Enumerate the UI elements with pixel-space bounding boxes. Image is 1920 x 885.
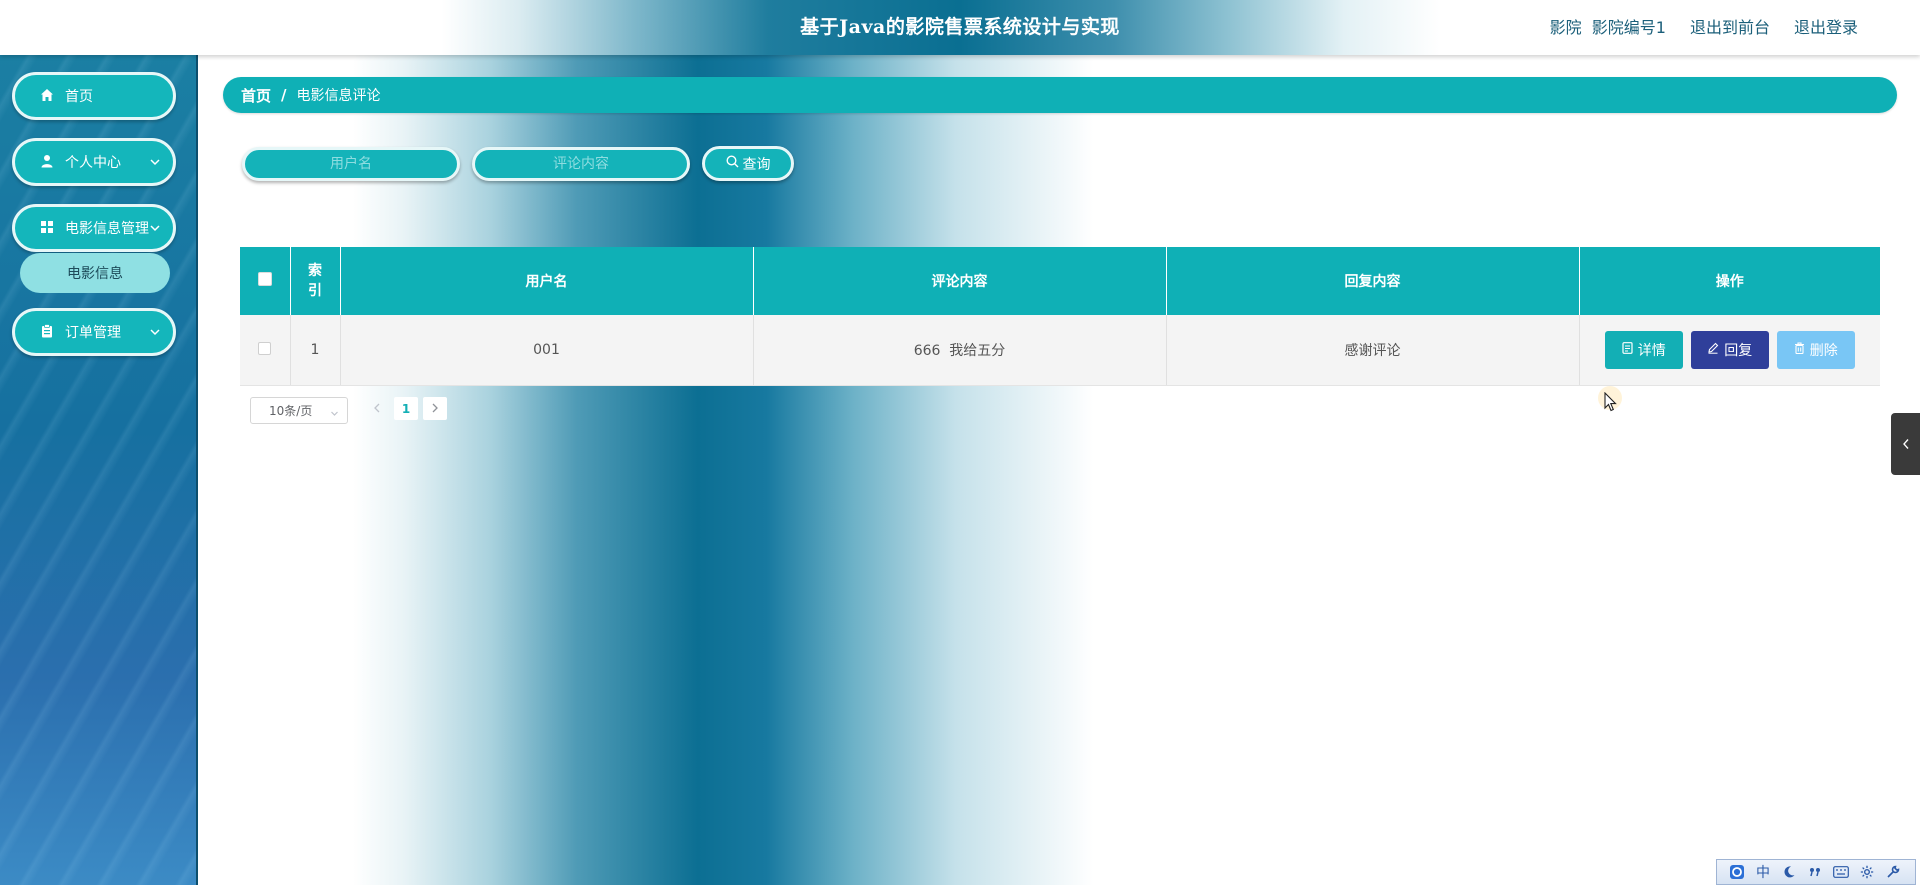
sidebar-item-personal-center[interactable]: 个人中心 xyxy=(12,138,176,186)
sidebar-item-order-management[interactable]: 订单管理 xyxy=(12,308,176,356)
search-icon xyxy=(725,155,743,172)
chevron-right-icon xyxy=(431,402,439,416)
next-page-button[interactable] xyxy=(423,397,447,420)
top-header: 基于Java的影院售票系统设计与实现 影院 影院编号1 退出到前台 退出登录 xyxy=(0,0,1920,55)
wrench-icon[interactable] xyxy=(1883,862,1903,882)
table-row: 1 001 666 我给五分 感谢评论 详情 回复 删除 xyxy=(240,315,1880,386)
keyboard-icon[interactable] xyxy=(1831,862,1851,882)
mouse-cursor-icon xyxy=(1604,391,1618,416)
row-checkbox[interactable] xyxy=(258,341,272,355)
user-info-bar: 影院 影院编号1 退出到前台 退出登录 xyxy=(1550,14,1858,38)
delete-button-label: 删除 xyxy=(1809,343,1838,359)
trash-icon xyxy=(1794,342,1810,358)
reply-button[interactable]: 回复 xyxy=(1690,331,1769,369)
sidebar-subitem-movie-info[interactable]: 电影信息 xyxy=(20,253,170,293)
settings-icon[interactable] xyxy=(1857,862,1877,882)
detail-button-label: 详情 xyxy=(1637,343,1666,359)
row-comment-content: 666 我给五分 xyxy=(753,315,1167,386)
select-all-checkbox[interactable] xyxy=(257,272,272,286)
breadcrumb-home[interactable]: 首页 xyxy=(241,85,271,106)
table-header-row: 索引 用户名 评论内容 回复内容 操作 xyxy=(240,247,1880,315)
search-button[interactable]: 查询 xyxy=(702,146,794,181)
row-reply-content: 感谢评论 xyxy=(1166,315,1580,386)
page-number-1[interactable]: 1 xyxy=(394,397,418,420)
exit-to-front-link[interactable]: 退出到前台 xyxy=(1690,14,1770,38)
chevron-left-icon xyxy=(1902,435,1910,454)
side-panel-toggle[interactable] xyxy=(1891,413,1920,475)
user-name: 影院编号1 xyxy=(1591,18,1666,37)
comments-table: 索引 用户名 评论内容 回复内容 操作 1 001 666 我给五分 感谢评论 … xyxy=(240,247,1880,386)
sidebar-item-label: 订单管理 xyxy=(65,325,121,341)
punctuation-icon[interactable] xyxy=(1805,862,1825,882)
header-actions: 操作 xyxy=(1579,247,1880,315)
chevron-down-icon xyxy=(149,156,161,168)
ime-logo-icon[interactable] xyxy=(1727,862,1747,882)
document-icon xyxy=(1622,342,1638,358)
main-content-area xyxy=(198,55,1920,885)
row-username: 001 xyxy=(340,315,754,386)
grid-icon xyxy=(40,220,56,236)
edit-icon xyxy=(1707,342,1724,358)
comment-content-search-input[interactable] xyxy=(472,147,690,181)
prev-page-button[interactable] xyxy=(365,397,389,420)
breadcrumb-current: 电影信息评论 xyxy=(296,88,381,104)
moon-icon[interactable] xyxy=(1779,862,1799,882)
header-index: 索引 xyxy=(290,247,341,315)
header-index-label: 索引 xyxy=(308,263,322,299)
header-comment-content: 评论内容 xyxy=(753,247,1167,315)
clipboard-icon xyxy=(40,324,56,340)
chevron-down-icon xyxy=(149,222,161,234)
sidebar-item-label: 首页 xyxy=(65,89,93,105)
logout-link[interactable]: 退出登录 xyxy=(1794,14,1858,38)
page-size-value: 10条/页 xyxy=(269,404,313,418)
header-select-all[interactable] xyxy=(240,247,291,315)
chevron-left-icon xyxy=(373,402,381,416)
sidebar-item-home[interactable]: 首页 xyxy=(12,72,176,120)
page-size-select[interactable]: 10条/页 xyxy=(250,397,348,424)
user-icon xyxy=(40,154,56,170)
header-reply-content: 回复内容 xyxy=(1166,247,1580,315)
search-button-label: 查询 xyxy=(742,156,771,173)
sidebar-item-label: 电影信息管理 xyxy=(65,221,149,237)
row-index: 1 xyxy=(290,315,341,386)
breadcrumb-separator: / xyxy=(281,86,287,104)
ime-toolbar: 中 xyxy=(1716,859,1916,885)
sidebar-item-label: 个人中心 xyxy=(65,155,121,171)
user-role: 影院 xyxy=(1549,18,1582,37)
delete-button[interactable]: 删除 xyxy=(1776,331,1855,369)
chevron-down-icon xyxy=(149,326,161,338)
detail-button[interactable]: 详情 xyxy=(1604,331,1683,369)
username-search-input[interactable] xyxy=(242,147,460,181)
row-select[interactable] xyxy=(240,315,291,386)
chevron-down-icon xyxy=(330,407,339,421)
row-actions: 详情 回复 删除 xyxy=(1579,315,1880,386)
user-role-name: 影院 影院编号1 xyxy=(1550,14,1666,38)
header-username: 用户名 xyxy=(340,247,754,315)
ime-mode-indicator[interactable]: 中 xyxy=(1753,862,1773,882)
reply-button-label: 回复 xyxy=(1724,343,1753,359)
breadcrumb: 首页 / 电影信息评论 xyxy=(223,77,1897,113)
sidebar-item-movie-info-management[interactable]: 电影信息管理 xyxy=(12,204,176,252)
home-icon xyxy=(40,88,56,104)
